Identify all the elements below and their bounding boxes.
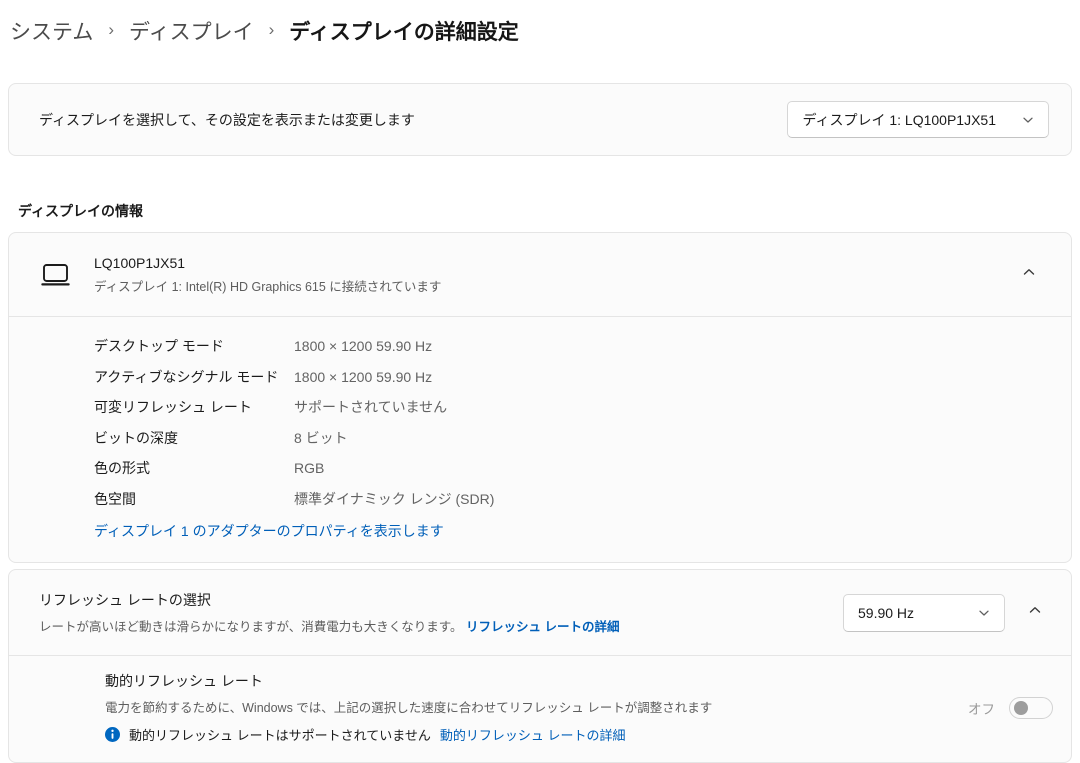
detail-label: ビットの深度: [94, 423, 294, 454]
display-connection-subtitle: ディスプレイ 1: Intel(R) HD Graphics 615 に接続され…: [94, 276, 441, 295]
display-select-card: ディスプレイを選択して、その設定を表示または変更します ディスプレイ 1: LQ…: [8, 83, 1072, 156]
refresh-rate-learn-more-link[interactable]: リフレッシュ レートの詳細: [466, 620, 619, 634]
display-select-dropdown-value: ディスプレイ 1: LQ100P1JX51: [802, 110, 996, 130]
breadcrumb-item-system[interactable]: システム: [10, 16, 93, 46]
refresh-rate-description: レートが高いほど動きは滑らかになりますが、消費電力も大きくなります。: [39, 620, 463, 634]
refresh-rate-title: リフレッシュ レートの選択: [39, 590, 619, 610]
detail-value: 8 ビット: [294, 423, 348, 454]
display-name: LQ100P1JX51: [94, 255, 441, 271]
detail-label: デスクトップ モード: [94, 331, 294, 362]
refresh-rate-collapse-button[interactable]: [1017, 595, 1053, 631]
display-info-card: LQ100P1JX51 ディスプレイ 1: Intel(R) HD Graphi…: [8, 232, 1072, 563]
detail-row-color-format: 色の形式 RGB: [94, 453, 1041, 484]
adapter-properties-link[interactable]: ディスプレイ 1 のアダプターのプロパティを表示します: [94, 516, 444, 546]
display-info-section-header: ディスプレイの情報: [18, 201, 1072, 221]
display-select-label: ディスプレイを選択して、その設定を表示または変更します: [39, 110, 415, 130]
chevron-down-icon: [978, 607, 990, 619]
dynamic-refresh-rate-description: 電力を節約するために、Windows では、上記の選択した速度に合わせてリフレッ…: [105, 697, 712, 716]
display-info-collapse-button[interactable]: [1011, 257, 1047, 293]
detail-value: 1800 × 1200 59.90 Hz: [294, 331, 432, 362]
display-info-details: デスクトップ モード 1800 × 1200 59.90 Hz アクティブなシグ…: [9, 317, 1071, 562]
breadcrumb-item-display[interactable]: ディスプレイ: [129, 16, 254, 46]
display-select-dropdown[interactable]: ディスプレイ 1: LQ100P1JX51: [787, 101, 1049, 138]
breadcrumb-separator-icon: ›: [269, 20, 275, 40]
refresh-rate-card: リフレッシュ レートの選択 レートが高いほど動きは滑らかになりますが、消費電力も…: [8, 569, 1072, 763]
toggle-state-label: オフ: [968, 698, 995, 718]
chevron-up-icon: [1028, 603, 1042, 622]
detail-row-desktop-mode: デスクトップ モード 1800 × 1200 59.90 Hz: [94, 331, 1041, 362]
detail-label: 色の形式: [94, 453, 294, 484]
toggle-knob: [1014, 701, 1028, 715]
detail-value: 1800 × 1200 59.90 Hz: [294, 362, 432, 393]
detail-row-bit-depth: ビットの深度 8 ビット: [94, 423, 1041, 454]
detail-row-active-signal-mode: アクティブなシグナル モード 1800 × 1200 59.90 Hz: [94, 362, 1041, 393]
display-info-card-header: LQ100P1JX51 ディスプレイ 1: Intel(R) HD Graphi…: [9, 233, 1071, 316]
page-title: ディスプレイの詳細設定: [289, 16, 519, 46]
refresh-rate-dropdown-value: 59.90 Hz: [858, 605, 914, 621]
dynamic-refresh-rate-learn-more-link[interactable]: 動的リフレッシュ レートの詳細: [440, 725, 626, 744]
dynamic-refresh-rate-toggle[interactable]: [1009, 697, 1053, 719]
dynamic-refresh-rate-status: 動的リフレッシュ レートはサポートされていません: [129, 725, 431, 744]
breadcrumb-separator-icon: ›: [108, 20, 114, 40]
info-icon: [105, 727, 120, 742]
detail-label: 可変リフレッシュ レート: [94, 392, 294, 423]
detail-row-variable-refresh-rate: 可変リフレッシュ レート サポートされていません: [94, 392, 1041, 423]
detail-row-color-space: 色空間 標準ダイナミック レンジ (SDR): [94, 484, 1041, 515]
dynamic-refresh-rate-row: 動的リフレッシュ レート 電力を節約するために、Windows では、上記の選択…: [9, 656, 1071, 762]
laptop-icon: [39, 261, 73, 289]
dynamic-refresh-rate-title: 動的リフレッシュ レート: [105, 671, 712, 691]
advanced-display-settings-page: システム › ディスプレイ › ディスプレイの詳細設定 ディスプレイを選択して、…: [0, 0, 1080, 763]
chevron-up-icon: [1022, 265, 1036, 284]
detail-label: 色空間: [94, 484, 294, 515]
refresh-rate-dropdown[interactable]: 59.90 Hz: [843, 594, 1005, 632]
detail-value: RGB: [294, 453, 324, 484]
detail-value: サポートされていません: [294, 392, 447, 423]
chevron-down-icon: [1022, 114, 1034, 126]
breadcrumb: システム › ディスプレイ › ディスプレイの詳細設定: [8, 16, 1072, 46]
refresh-rate-row: リフレッシュ レートの選択 レートが高いほど動きは滑らかになりますが、消費電力も…: [9, 570, 1071, 655]
detail-label: アクティブなシグナル モード: [94, 362, 294, 393]
detail-value: 標準ダイナミック レンジ (SDR): [294, 484, 494, 515]
